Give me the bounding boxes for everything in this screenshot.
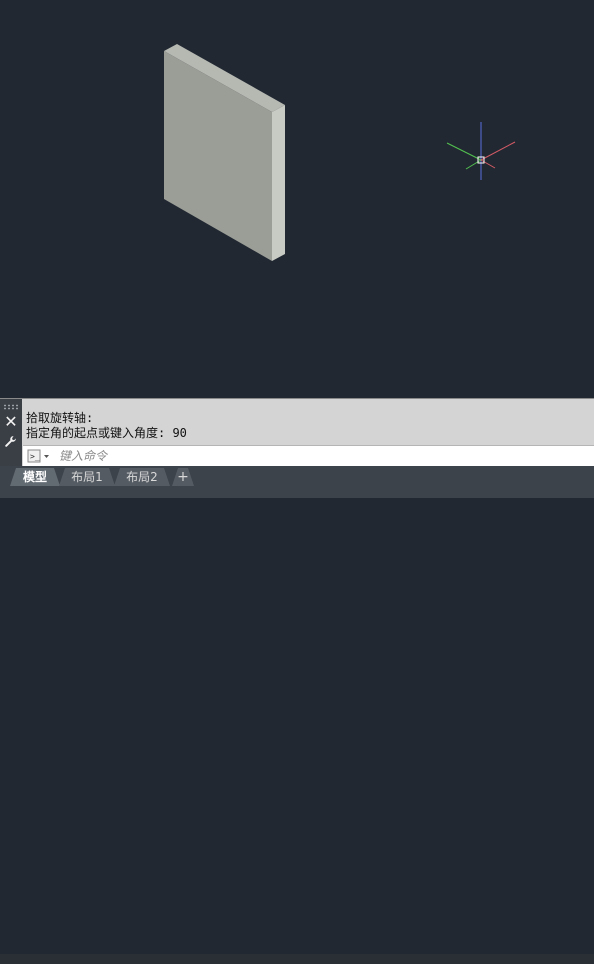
tab-layout1[interactable]: 布局1 [59,468,115,486]
drawing-viewport[interactable] [0,0,594,398]
crosshair-cursor-icon [446,122,516,180]
drawing-canvas[interactable] [0,0,594,398]
box-front-face[interactable] [164,51,272,261]
drag-grip-icon[interactable] [3,404,19,410]
command-prompt-icon[interactable]: >_ [27,449,51,463]
tab-layout2[interactable]: 布局2 [114,468,170,486]
svg-text:>_: >_ [30,452,40,461]
history-line: 拾取旋转轴: [26,411,94,425]
close-icon[interactable]: ✕ [3,414,19,430]
command-history: 拾取旋转轴: 指定角的起点或键入角度: 90 [26,411,187,441]
command-line-panel: ✕ 拾取旋转轴: 指定角的起点或键入角度: 90 >_ [0,398,594,467]
wrench-icon[interactable] [3,435,19,451]
layout-tabs-bar: 模型 布局1 布局2 + [0,466,594,964]
command-input-row: >_ [23,445,594,467]
command-line-sidebar: ✕ [0,399,22,467]
box-side-face[interactable] [272,105,285,261]
history-line: 指定角的起点或键入角度: 90 [26,426,187,440]
tab-model[interactable]: 模型 [10,468,60,486]
status-strip [0,954,594,964]
command-input[interactable] [59,447,579,465]
add-layout-button[interactable]: + [172,468,194,486]
